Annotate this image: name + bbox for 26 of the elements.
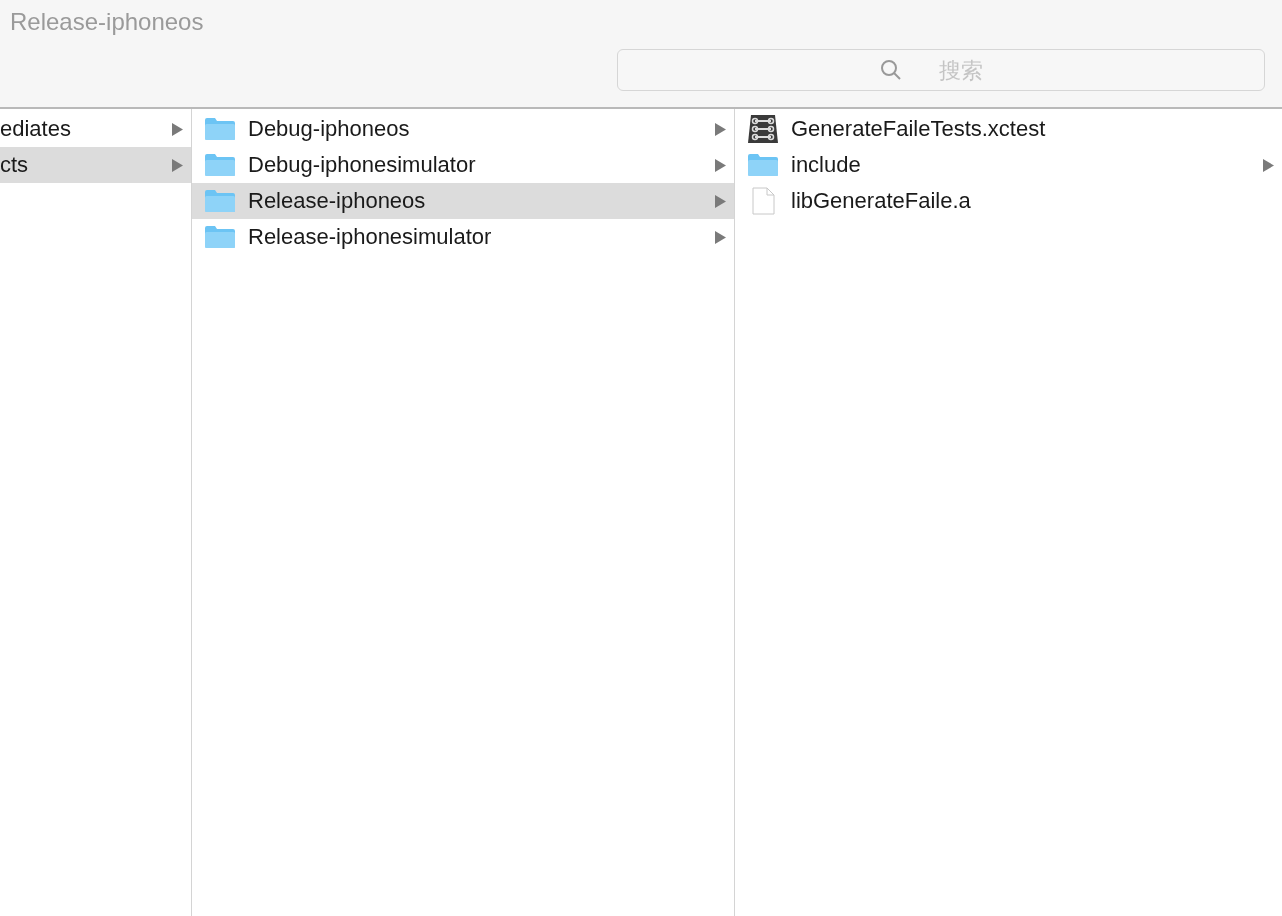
item-name: cts — [0, 152, 30, 178]
folder-icon — [204, 117, 236, 141]
item-name: GenerateFaileTests.xctest — [791, 116, 1047, 142]
item-name: Debug-iphonesimulator — [248, 152, 477, 178]
folder-icon — [747, 153, 779, 177]
list-item[interactable]: Release-iphonesimulator — [192, 219, 734, 255]
tools-bundle-icon — [747, 114, 779, 144]
item-name: libGenerateFaile.a — [791, 188, 972, 214]
list-item[interactable]: ediates — [0, 111, 191, 147]
list-item[interactable]: include — [735, 147, 1282, 183]
item-name: include — [791, 152, 862, 178]
search-icon — [879, 58, 903, 82]
list-item[interactable]: GenerateFaileTests.xctest — [735, 111, 1282, 147]
folder-icon — [204, 153, 236, 177]
folder-icon — [204, 189, 236, 213]
list-item[interactable]: Debug-iphoneos — [192, 111, 734, 147]
item-name: ediates — [0, 116, 72, 142]
item-name: Release-iphoneos — [248, 188, 427, 214]
list-item[interactable]: Debug-iphonesimulator — [192, 147, 734, 183]
item-name: Release-iphonesimulator — [248, 224, 493, 250]
window-title: Release-iphoneos — [10, 8, 204, 36]
folder-icon — [204, 225, 236, 249]
list-item[interactable]: libGenerateFaile.a — [735, 183, 1282, 219]
list-item[interactable]: cts — [0, 147, 191, 183]
item-name: Debug-iphoneos — [248, 116, 411, 142]
list-item[interactable]: Release-iphoneos — [192, 183, 734, 219]
